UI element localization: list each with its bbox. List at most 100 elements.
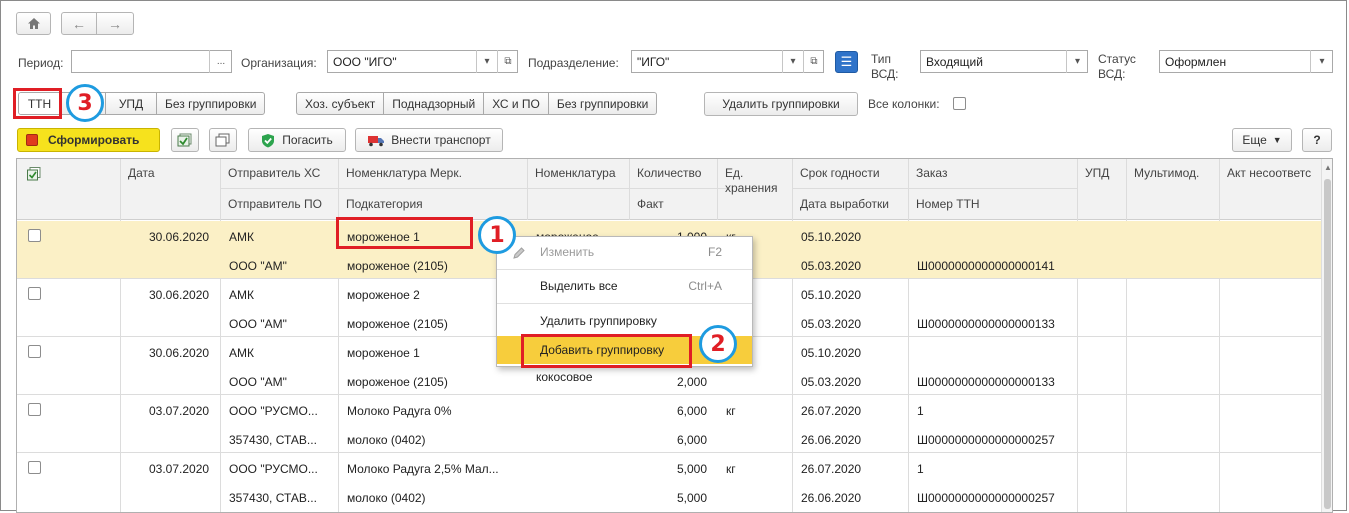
header-unit[interactable]: Ед. xyxy=(717,166,743,180)
group-entity-button[interactable]: Хоз. субъект xyxy=(297,93,385,114)
header-unit-2[interactable]: хранения xyxy=(717,181,777,195)
home-icon xyxy=(27,18,40,29)
scrollbar-thumb[interactable] xyxy=(1324,179,1331,509)
header-order[interactable]: Заказ xyxy=(908,166,947,180)
scroll-up-icon[interactable]: ▲ xyxy=(1324,163,1332,172)
cell-sender-po: ООО "АМ" xyxy=(229,375,287,389)
delete-groupings-button[interactable]: Удалить группировки xyxy=(704,92,858,116)
period-field[interactable]: ... xyxy=(71,50,232,73)
forward-button[interactable]: → xyxy=(96,12,134,35)
row-checkbox[interactable] xyxy=(28,287,41,300)
header-date[interactable]: Дата xyxy=(120,166,155,180)
row-checkbox[interactable] xyxy=(28,403,41,416)
open-window-icon: ⧉ xyxy=(810,56,818,67)
all-columns-checkbox[interactable] xyxy=(953,97,966,110)
cell-qty: 5,000 xyxy=(677,462,708,476)
shield-check-icon xyxy=(262,133,275,147)
header-nomenclature-merc[interactable]: Номенклатура Мерк. xyxy=(338,166,462,180)
cell-date: 30.06.2020 xyxy=(149,346,210,360)
header-fact[interactable]: Факт xyxy=(629,197,664,211)
group-none-button[interactable]: Без группировки xyxy=(157,93,264,114)
period-select-button[interactable]: ... xyxy=(209,50,232,73)
header-production-date[interactable]: Дата выработки xyxy=(792,197,889,211)
cell-order: 1 xyxy=(917,462,924,476)
menu-item-label: Удалить группировку xyxy=(540,314,657,328)
select-all-checkbox-icon[interactable] xyxy=(27,167,41,181)
cell-sender-po: 357430, СТАВ... xyxy=(229,433,317,447)
more-button-label: Еще xyxy=(1242,133,1267,147)
cell-unit: кг xyxy=(726,462,736,476)
cell-date: 30.06.2020 xyxy=(149,288,210,302)
organization-field[interactable]: ООО "ИГО" ▾ ⧉ xyxy=(327,50,518,73)
vertical-scrollbar[interactable]: ▲ xyxy=(1321,159,1332,512)
department-dropdown[interactable]: ▾ xyxy=(782,50,803,73)
cell-sender-po: 357430, СТАВ... xyxy=(229,491,317,505)
cell-sender: АМК xyxy=(229,346,254,360)
header-upd[interactable]: УПД xyxy=(1077,166,1109,180)
row-checkbox[interactable] xyxy=(28,461,41,474)
list-settings-button[interactable]: ☰ xyxy=(835,51,858,73)
cell-ttn: Ш0000000000000000257 xyxy=(917,433,1055,447)
cell-subcategory: мороженое (2105) xyxy=(347,317,448,331)
annotation-box-add-grouping xyxy=(521,334,692,368)
vsd-type-dropdown[interactable]: ▾ xyxy=(1066,50,1088,73)
copy-button[interactable] xyxy=(209,128,237,152)
grouping-selector-secondary: Хоз. субъект Поднадзорный ХС и ПО Без гр… xyxy=(296,92,658,115)
pencil-icon xyxy=(513,247,525,259)
table-row[interactable]: 03.07.2020 ООО "РУСМО... Молоко Радуга 0… xyxy=(17,395,1321,452)
header-sender-hs[interactable]: Отправитель ХС xyxy=(220,166,320,180)
group-supervised-button[interactable]: Поднадзорный xyxy=(384,93,485,114)
menu-item-select-all[interactable]: Выделить все Ctrl+A xyxy=(497,272,752,300)
header-nomenclature[interactable]: Номенклатура xyxy=(527,166,616,180)
department-open-button[interactable]: ⧉ xyxy=(803,50,824,73)
group-none-secondary-button[interactable]: Без группировки xyxy=(549,93,656,114)
arrow-left-icon: ← xyxy=(72,15,86,32)
cell-fact: 5,000 xyxy=(677,491,708,505)
organization-open-button[interactable]: ⧉ xyxy=(497,50,518,73)
row-checkbox[interactable] xyxy=(28,345,41,358)
help-button[interactable]: ? xyxy=(1302,128,1332,152)
group-entity-supervised-button[interactable]: ХС и ПО xyxy=(484,93,549,114)
cell-expiry: 05.10.2020 xyxy=(801,288,862,302)
header-act[interactable]: Акт несоответс xyxy=(1219,166,1311,180)
organization-dropdown[interactable]: ▾ xyxy=(476,50,497,73)
repay-button[interactable]: Погасить xyxy=(248,128,346,152)
cell-production-date: 05.03.2020 xyxy=(801,317,862,331)
header-expiry[interactable]: Срок годности xyxy=(792,166,880,180)
row-checkbox[interactable] xyxy=(28,229,41,242)
group-upd-button[interactable]: УПД xyxy=(105,93,157,114)
back-button[interactable]: ← xyxy=(61,12,97,35)
home-button[interactable] xyxy=(16,12,51,35)
cell-nom-merc: мороженое 1 xyxy=(347,346,420,360)
annotation-box-ttn xyxy=(13,88,62,119)
ellipsis-label: ... xyxy=(216,56,226,67)
callout-2: 2 xyxy=(699,325,737,363)
vsd-type-label-2: ВСД: xyxy=(871,67,899,81)
vsd-type-select[interactable]: Входящий ▾ xyxy=(920,50,1088,73)
form-button-label: Сформировать xyxy=(48,133,140,147)
table-row[interactable]: 03.07.2020 ООО "РУСМО... Молоко Радуга 2… xyxy=(17,453,1321,510)
add-transport-button[interactable]: Внести транспорт xyxy=(355,128,503,152)
more-button[interactable]: Еще ▼ xyxy=(1232,128,1292,152)
vsd-status-label-2: ВСД: xyxy=(1098,67,1126,81)
organization-label: Организация: xyxy=(241,56,317,70)
department-value: "ИГО" xyxy=(637,54,670,69)
header-subcategory[interactable]: Подкатегория xyxy=(338,197,423,211)
vsd-status-dropdown[interactable]: ▾ xyxy=(1310,50,1333,73)
department-field[interactable]: "ИГО" ▾ ⧉ xyxy=(631,50,824,73)
menu-item-edit[interactable]: Изменить F2 xyxy=(497,238,752,266)
cell-subcategory: молоко (0402) xyxy=(347,491,426,505)
cell-ttn: Ш0000000000000000141 xyxy=(917,259,1055,273)
cell-production-date: 26.06.2020 xyxy=(801,433,862,447)
copy-checked-button[interactable] xyxy=(171,128,199,152)
cell-sender: АМК xyxy=(229,288,254,302)
header-ttn-number[interactable]: Номер ТТН xyxy=(908,197,980,211)
help-icon: ? xyxy=(1313,133,1321,147)
form-button[interactable]: Сформировать xyxy=(17,128,160,152)
header-quantity[interactable]: Количество xyxy=(629,166,701,180)
header-multimodal[interactable]: Мультимод. xyxy=(1126,166,1199,180)
cell-expiry: 05.10.2020 xyxy=(801,346,862,360)
header-divider xyxy=(220,188,730,189)
header-sender-po[interactable]: Отправитель ПО xyxy=(220,197,322,211)
vsd-status-select[interactable]: Оформлен ▾ xyxy=(1159,50,1333,73)
